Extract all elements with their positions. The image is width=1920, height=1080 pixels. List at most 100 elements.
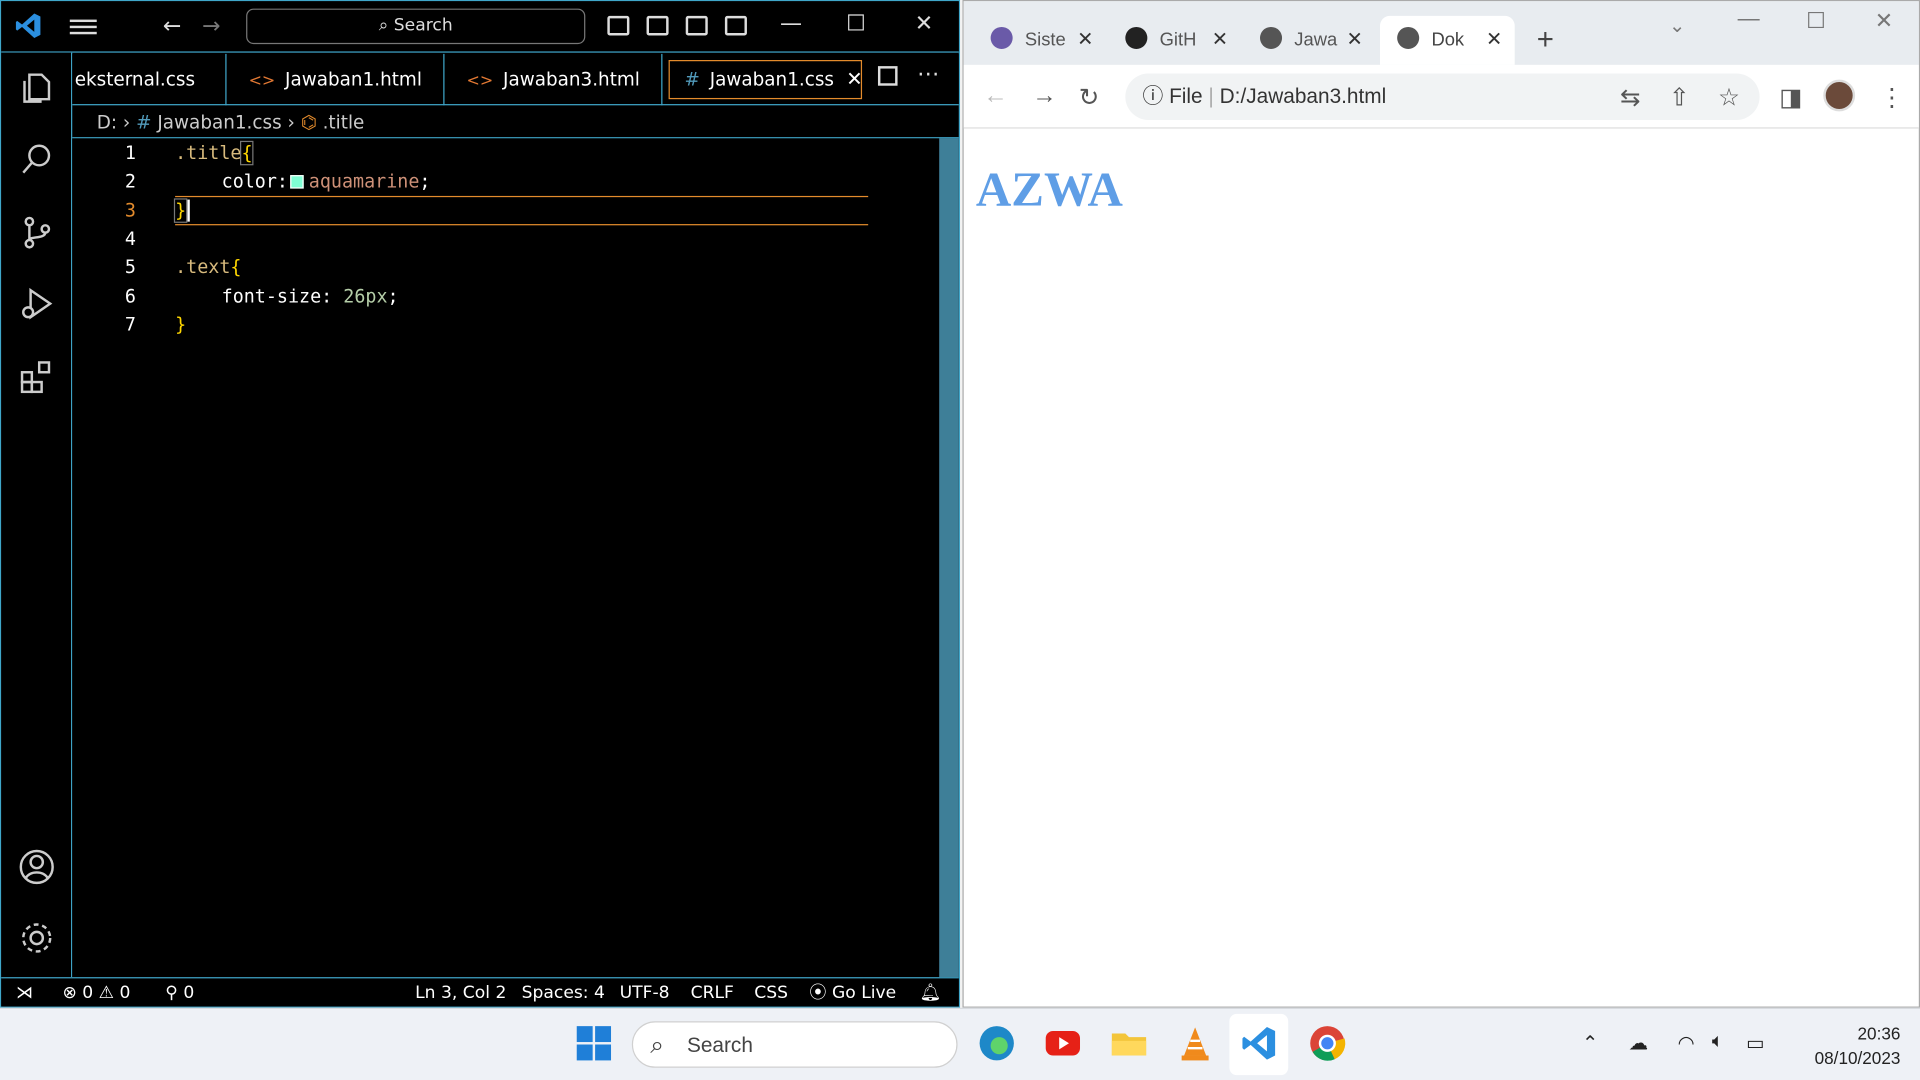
breadcrumb-file[interactable]: Jawaban1.css <box>157 111 281 133</box>
taskbar-search[interactable]: ⌕ Search <box>631 1021 958 1068</box>
tab-jawaban1-html[interactable]: <> Jawaban1.html <box>227 53 445 106</box>
close-tab-icon[interactable]: ✕ <box>846 67 861 90</box>
battery-icon[interactable]: ▭ <box>1746 1031 1765 1055</box>
color-swatch[interactable] <box>290 175 304 189</box>
more-actions-icon[interactable]: ⋯ <box>917 61 939 87</box>
run-and-debug-icon[interactable] <box>18 285 55 322</box>
address-bar[interactable]: ⓘ File | D:/Jawaban3.html <box>1125 73 1760 121</box>
source-control-icon[interactable] <box>18 214 55 251</box>
new-tab-icon[interactable]: + <box>1537 23 1554 57</box>
address-scheme: File <box>1169 84 1203 108</box>
extensions-icon[interactable] <box>18 359 55 396</box>
problems-indicator[interactable]: ⊗ 0 ⚠ 0 <box>62 978 130 1007</box>
vscode-taskbar-icon[interactable] <box>1239 1024 1278 1063</box>
activity-bar <box>1 52 73 978</box>
browser-tab-active[interactable]: Dok ✕ <box>1380 15 1515 65</box>
toggle-secondary-sidebar-icon[interactable] <box>685 15 708 36</box>
back-arrow-icon[interactable]: ← <box>163 13 181 39</box>
tray-overflow-chevron-icon[interactable]: ⌃ <box>1582 1031 1598 1055</box>
split-editor-icon[interactable] <box>877 66 898 86</box>
go-live-button[interactable]: ⦿ Go Live <box>809 978 896 1007</box>
windows-start-icon[interactable] <box>574 1024 613 1063</box>
minimize-icon[interactable]: — <box>780 11 802 37</box>
forward-icon[interactable]: → <box>1032 82 1056 110</box>
search-icon[interactable] <box>18 141 55 178</box>
encoding[interactable]: UTF-8 <box>620 978 670 1007</box>
notifications-bell-icon[interactable]: 🔔︎ <box>920 978 942 1007</box>
youtube-icon[interactable] <box>1043 1024 1082 1063</box>
command-center-search[interactable]: ⌕ Search <box>246 8 586 45</box>
page-heading: AZWA <box>975 161 1123 217</box>
indentation[interactable]: Spaces: 4 <box>522 978 605 1007</box>
tab-search-icon[interactable]: ⌄ <box>1669 13 1685 37</box>
symbol-class-icon: ⌬ <box>300 111 317 134</box>
info-icon[interactable]: ⓘ <box>1142 84 1163 107</box>
code-editor[interactable]: 1 2 3 4 5 6 7 .title{ color: aquamarine; … <box>72 138 940 978</box>
forward-arrow-icon[interactable]: → <box>202 13 220 39</box>
accounts-icon[interactable] <box>18 849 55 886</box>
share-icon[interactable]: ⇧ <box>1669 82 1690 113</box>
css-selector: .title <box>175 142 242 165</box>
chrome-icon[interactable] <box>1308 1024 1347 1063</box>
reload-icon[interactable]: ↻ <box>1079 82 1100 113</box>
browser-tab[interactable]: Jawa ✕ <box>1243 16 1375 65</box>
tab-eksternal-css[interactable]: eksternal.css <box>72 53 227 106</box>
wifi-icon[interactable]: ◠ <box>1678 1031 1695 1055</box>
settings-gear-icon[interactable] <box>18 920 55 957</box>
tab-jawaban1-css[interactable]: # Jawaban1.css ✕ <box>668 60 863 100</box>
volume-icon[interactable]: 🔈︎ <box>1712 1031 1724 1053</box>
end-of-line[interactable]: CRLF <box>691 978 734 1007</box>
onedrive-cloud-icon[interactable]: ☁ <box>1629 1031 1649 1055</box>
code-line-7: } <box>175 313 187 336</box>
edge-icon[interactable] <box>977 1024 1016 1063</box>
close-tab-icon[interactable]: ✕ <box>1486 16 1502 65</box>
language-mode[interactable]: CSS <box>754 978 788 1007</box>
tab-jawaban3-html[interactable]: <> Jawaban3.html <box>444 53 663 106</box>
side-panel-icon[interactable]: ◨ <box>1779 82 1802 113</box>
close-icon[interactable]: ✕ <box>915 11 933 37</box>
maximize-icon[interactable]: ☐ <box>846 11 866 37</box>
line-number: 7 <box>124 313 136 336</box>
breadcrumb-symbol[interactable]: .title <box>323 111 365 133</box>
vscode-titlebar: ← → ⌕ Search — ☐ ✕ <box>1 1 959 53</box>
search-icon: ⌕ <box>650 1032 664 1060</box>
css-file-icon: # <box>684 68 700 91</box>
ports-indicator[interactable]: ⚲ 0 <box>165 978 194 1007</box>
minimize-icon[interactable]: — <box>1738 6 1760 32</box>
close-tab-icon[interactable]: ✕ <box>1346 16 1362 65</box>
warning-count: 0 <box>119 983 131 1003</box>
cursor-position[interactable]: Ln 3, Col 2 <box>415 978 506 1007</box>
file-explorer-icon[interactable] <box>1109 1024 1148 1063</box>
hamburger-menu-icon[interactable] <box>69 16 97 38</box>
editor-tabs: eksternal.css <> Jawaban1.html <> Jawaban3… <box>72 53 959 106</box>
vlc-icon[interactable] <box>1176 1024 1215 1063</box>
search-label: Search <box>393 15 453 36</box>
tab-label: Jawaban1.html <box>285 68 422 91</box>
customize-layout-icon[interactable] <box>724 15 747 36</box>
explorer-icon[interactable] <box>18 70 55 107</box>
editor-scrollbar[interactable] <box>939 138 959 978</box>
remote-icon[interactable]: ⋊ <box>16 978 33 1007</box>
toggle-primary-sidebar-icon[interactable] <box>607 15 630 36</box>
maximize-icon[interactable]: ☐ <box>1806 9 1826 35</box>
more-menu-icon[interactable]: ⋮ <box>1880 82 1904 113</box>
ports-count: 0 <box>183 983 195 1003</box>
breadcrumb-drive[interactable]: D: <box>97 111 117 133</box>
profile-avatar[interactable] <box>1823 79 1856 112</box>
toggle-panel-icon[interactable] <box>646 15 669 36</box>
breadcrumb: D: › # Jawaban1.css › ⌬ .title <box>72 107 959 139</box>
translate-icon[interactable]: ⇆ <box>1620 82 1641 113</box>
browser-tab-label: Dok <box>1431 29 1465 51</box>
back-icon[interactable]: ← <box>983 82 1007 110</box>
bookmark-star-icon[interactable]: ☆ <box>1718 82 1740 113</box>
vscode-logo-icon <box>15 13 41 38</box>
browser-window: Siste ✕ GitH ✕ Jawa ✕ Dok ✕ + ⌄ — ☐ ✕ ← → ↻ … <box>962 0 1920 1008</box>
css-property: color: <box>221 170 288 193</box>
close-icon[interactable]: ✕ <box>1875 9 1893 35</box>
close-tab-icon[interactable]: ✕ <box>1212 16 1228 65</box>
close-tab-icon[interactable]: ✕ <box>1077 16 1093 65</box>
browser-tab[interactable]: GitH ✕ <box>1108 16 1240 65</box>
browser-tab[interactable]: Siste ✕ <box>973 16 1105 65</box>
line-number: 1 <box>124 142 136 165</box>
system-clock[interactable]: 20:36 08/10/2023 <box>1790 1021 1901 1070</box>
